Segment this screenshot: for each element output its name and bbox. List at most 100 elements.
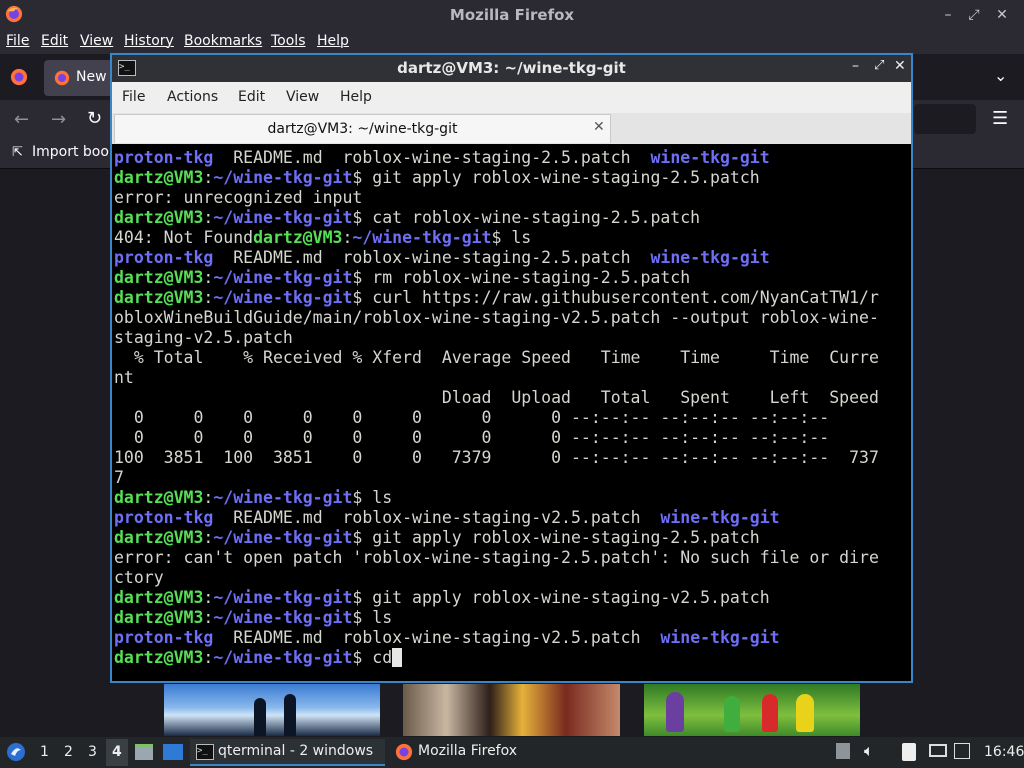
- prompt-separator: :: [203, 268, 214, 287]
- tray-up-arrow-icon[interactable]: [836, 743, 850, 759]
- app-menu-icon[interactable]: ☰: [992, 108, 1008, 129]
- menu-history[interactable]: History: [124, 33, 174, 49]
- firefox-icon: [395, 743, 413, 761]
- output-text: error: can't open patch 'roblox-wine-sta…: [114, 548, 879, 567]
- menu-edit[interactable]: Edit: [41, 33, 68, 49]
- terminal-line: 100 3851 100 3851 0 0 7379 0 --:--:-- --…: [114, 448, 879, 468]
- directory-name: proton-tkg: [114, 148, 214, 167]
- reload-icon[interactable]: ↻: [87, 108, 102, 129]
- import-bookmarks-link[interactable]: Import book: [32, 144, 117, 160]
- tab-label: New: [76, 69, 107, 85]
- task-firefox[interactable]: Mozilla Firefox: [390, 739, 585, 766]
- terminal-titlebar[interactable]: >_ dartz@VM3: ~/wine-tkg-git – ⤢ ✕: [112, 55, 911, 82]
- network-icon[interactable]: [929, 744, 947, 757]
- terminal-line: 404: Not Founddartz@VM3:~/wine-tkg-git$ …: [114, 228, 531, 248]
- notification-icon[interactable]: [954, 743, 970, 759]
- workspace-4-active[interactable]: 4: [106, 739, 128, 766]
- firefox-view-icon[interactable]: [10, 68, 28, 86]
- terminal-line: dartz@VM3:~/wine-tkg-git$ git apply robl…: [114, 588, 770, 608]
- prompt-user: dartz@VM3: [114, 168, 204, 187]
- output-text: Dload Upload Total Spent Left Speed: [114, 388, 879, 407]
- thumbnail-image: [644, 684, 860, 736]
- terminal-line: dartz@VM3:~/wine-tkg-git$ curl https://r…: [114, 288, 879, 308]
- clock: 16:46: [984, 744, 1024, 760]
- terminal-line: proton-tkg README.md roblox-wine-staging…: [114, 148, 770, 168]
- url-bar[interactable]: [914, 104, 976, 134]
- terminal-menu-file[interactable]: File: [122, 89, 145, 105]
- prompt-symbol: $: [491, 228, 512, 247]
- menu-view[interactable]: View: [80, 33, 113, 49]
- terminal-line: nt: [114, 368, 134, 388]
- prompt-path: ~/wine-tkg-git: [352, 228, 492, 247]
- terminal-menu-actions[interactable]: Actions: [167, 89, 218, 105]
- prompt-user: dartz@VM3: [114, 588, 204, 607]
- terminal-line: proton-tkg README.md roblox-wine-staging…: [114, 628, 780, 648]
- terminal-line: obloxWineBuildGuide/main/roblox-wine-sta…: [114, 308, 879, 328]
- directory-name: proton-tkg: [114, 508, 214, 527]
- close-icon[interactable]: ✕: [894, 58, 906, 74]
- prompt-separator: :: [203, 588, 214, 607]
- firefox-window-title: Mozilla Firefox: [449, 6, 575, 24]
- maximize-icon[interactable]: ⤢: [874, 58, 884, 73]
- prompt-user: dartz@VM3: [114, 208, 204, 227]
- prompt-separator: :: [203, 168, 214, 187]
- firefox-tab[interactable]: New: [44, 60, 114, 96]
- command-text: ls: [511, 228, 532, 247]
- close-icon[interactable]: ✕: [992, 5, 1012, 25]
- directory-name: wine-tkg-git: [660, 628, 780, 647]
- terminal-line: proton-tkg README.md roblox-wine-staging…: [114, 508, 780, 528]
- tab-close-icon[interactable]: ✕: [593, 119, 605, 135]
- prompt-symbol: $: [352, 488, 373, 507]
- terminal-tab[interactable]: dartz@VM3: ~/wine-tkg-git ✕: [114, 114, 611, 143]
- output-text: 100 3851 100 3851 0 0 7379 0 --:--:-- --…: [114, 448, 879, 467]
- menu-tools[interactable]: Tools: [271, 33, 306, 49]
- volume-icon[interactable]: 🔈︎: [864, 741, 874, 761]
- terminal-line: % Total % Received % Xferd Average Speed…: [114, 348, 879, 368]
- prompt-path: ~/wine-tkg-git: [213, 268, 353, 287]
- menu-file[interactable]: File: [6, 33, 29, 49]
- output-text: 0 0 0 0 0 0 0 0 --:--:-- --:--:-- --:--:…: [114, 408, 830, 427]
- command-text: git apply roblox-wine-staging-2.5.patch: [372, 528, 760, 547]
- task-label: Mozilla Firefox: [418, 743, 518, 759]
- prompt-path: ~/wine-tkg-git: [213, 608, 353, 627]
- terminal-line: proton-tkg README.md roblox-wine-staging…: [114, 248, 770, 268]
- file-name: README.md: [233, 248, 323, 267]
- prompt-path: ~/wine-tkg-git: [213, 208, 353, 227]
- chevron-down-icon[interactable]: ⌄: [994, 66, 1007, 85]
- prompt-symbol: $: [352, 268, 373, 287]
- terminal-line: dartz@VM3:~/wine-tkg-git$ ls: [114, 488, 392, 508]
- command-text: curl https://raw.githubusercontent.com/N…: [372, 288, 879, 307]
- terminal-menu-help[interactable]: Help: [340, 89, 372, 105]
- forward-icon[interactable]: →: [51, 109, 66, 130]
- workspace-3[interactable]: 3: [88, 744, 97, 760]
- menu-bookmarks[interactable]: Bookmarks: [184, 33, 262, 49]
- back-icon[interactable]: ←: [14, 109, 29, 130]
- task-qterminal[interactable]: >_ qterminal - 2 windows: [190, 739, 385, 766]
- show-desktop-icon[interactable]: [163, 744, 183, 760]
- terminal-line: dartz@VM3:~/wine-tkg-git$ cat roblox-win…: [114, 208, 700, 228]
- file-manager-icon[interactable]: [135, 744, 153, 760]
- terminal-menu-edit[interactable]: Edit: [238, 89, 265, 105]
- start-menu-icon[interactable]: [6, 742, 26, 762]
- workspace-1[interactable]: 1: [40, 744, 49, 760]
- maximize-icon[interactable]: ⤢: [964, 5, 984, 25]
- firefox-icon: [54, 70, 70, 86]
- terminal-menu-view[interactable]: View: [286, 89, 319, 105]
- terminal-line: 0 0 0 0 0 0 0 0 --:--:-- --:--:-- --:--:…: [114, 408, 829, 428]
- prompt-symbol: $: [352, 208, 373, 227]
- terminal-output[interactable]: proton-tkg README.md roblox-wine-staging…: [114, 147, 911, 681]
- clipboard-icon[interactable]: [902, 743, 916, 761]
- menu-help[interactable]: Help: [317, 33, 349, 49]
- terminal-line: staging-v2.5.patch: [114, 328, 293, 348]
- file-name: roblox-wine-staging-2.5.patch: [342, 148, 631, 167]
- terminal-window[interactable]: >_ dartz@VM3: ~/wine-tkg-git – ⤢ ✕ File …: [110, 53, 913, 683]
- prompt-path: ~/wine-tkg-git: [213, 488, 353, 507]
- minimize-icon[interactable]: –: [852, 58, 859, 74]
- command-text: cat roblox-wine-staging-2.5.patch: [372, 208, 701, 227]
- workspace-2[interactable]: 2: [64, 744, 73, 760]
- minimize-icon[interactable]: –: [938, 5, 958, 25]
